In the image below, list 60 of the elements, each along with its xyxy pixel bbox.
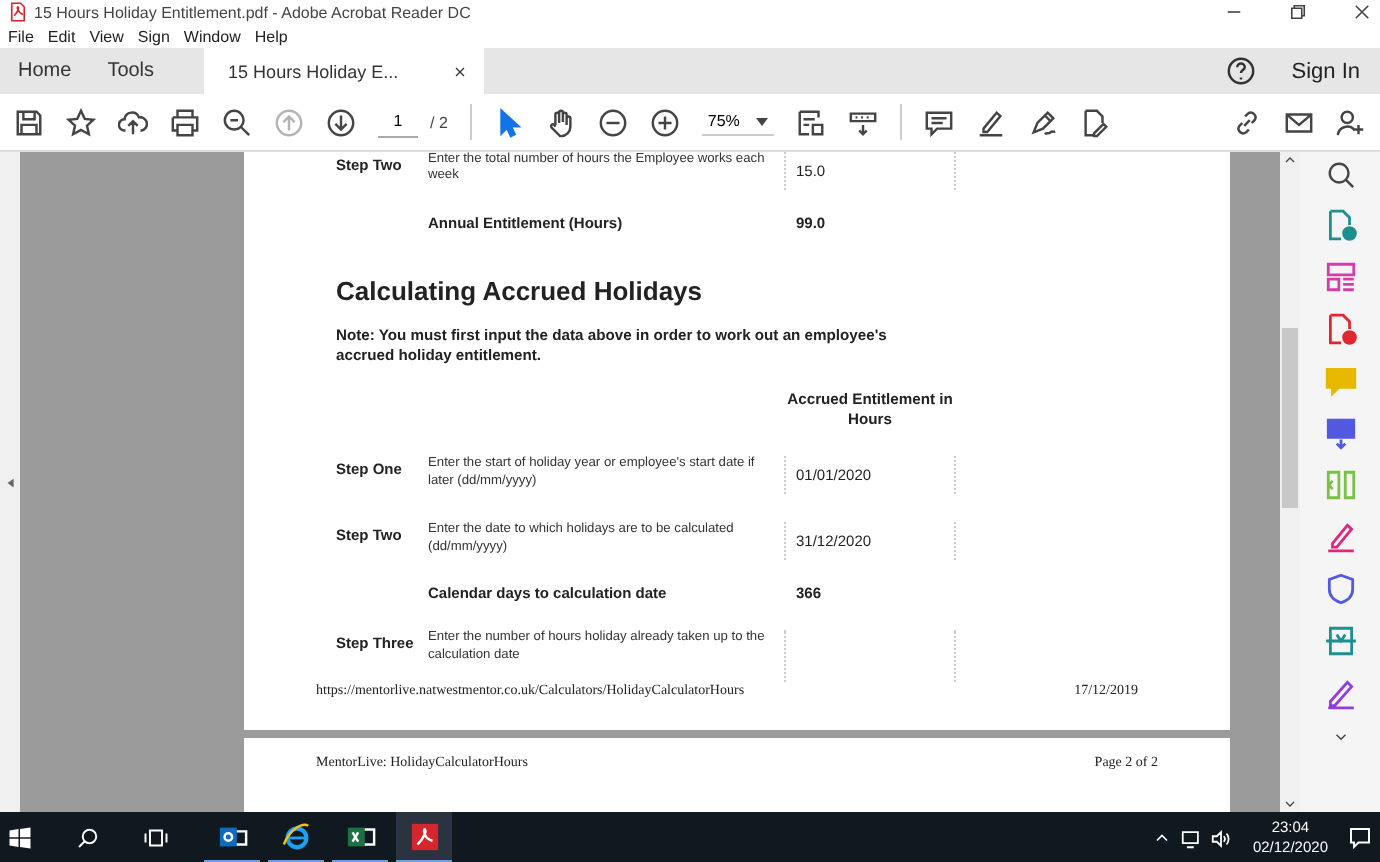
caret-icon: [755, 117, 768, 125]
menu-item[interactable]: Sign: [137, 27, 170, 45]
print-icon[interactable]: [170, 107, 200, 137]
scroll-down-icon[interactable]: [1282, 796, 1298, 812]
zoom-search-icon[interactable]: [1325, 160, 1355, 190]
menu-item[interactable]: Window: [183, 27, 241, 45]
link-icon[interactable]: [1232, 107, 1262, 137]
signature-pen-icon[interactable]: [1027, 107, 1058, 137]
pdf-icon[interactable]: [8, 2, 28, 22]
sign-in-button[interactable]: Sign In: [1255, 48, 1380, 94]
menu-item[interactable]: Edit: [47, 27, 76, 45]
star-icon[interactable]: [66, 107, 96, 137]
search-icon[interactable]: [222, 107, 252, 137]
notification-icon[interactable]: [1348, 826, 1372, 850]
pdf-app-icon[interactable]: [409, 821, 439, 851]
menu-item[interactable]: File: [8, 27, 34, 45]
value-field[interactable]: [784, 630, 956, 683]
scan-icon[interactable]: [1323, 624, 1357, 658]
window-title: 15 Hours Holiday Entitlement.pdf - Adobe Acrobat Reader DC: [34, 3, 471, 21]
document-tab[interactable]: 15 Hours Holiday E...: [204, 48, 485, 94]
nav-tab[interactable]: Tools: [89, 48, 173, 94]
close-icon[interactable]: [1352, 2, 1372, 22]
document-export-icon[interactable]: [1323, 208, 1357, 242]
network-icon[interactable]: [1180, 827, 1203, 849]
document-pen-icon[interactable]: [1079, 107, 1110, 137]
minus-circle-icon[interactable]: [597, 107, 628, 137]
speaker-icon[interactable]: [1210, 827, 1233, 849]
mail-icon[interactable]: [1284, 107, 1314, 137]
scrollbar-thumb[interactable]: [1282, 328, 1298, 508]
zoom-dropdown[interactable]: 75%: [701, 108, 774, 136]
menu-item[interactable]: View: [89, 27, 124, 45]
nav-tab[interactable]: Home: [0, 48, 90, 94]
combine-files-icon[interactable]: [1323, 416, 1357, 450]
hand-icon[interactable]: [545, 107, 576, 137]
pen-icon[interactable]: [975, 107, 1006, 137]
save-icon[interactable]: [14, 107, 44, 137]
fit-page-icon[interactable]: [795, 107, 826, 137]
cloud-upload-icon[interactable]: [118, 107, 148, 137]
edit-icon[interactable]: [1323, 676, 1357, 710]
plus-circle-icon[interactable]: [649, 107, 680, 137]
page-total: / 2: [430, 113, 448, 131]
comment-icon[interactable]: [923, 107, 954, 137]
layout-icon[interactable]: [1323, 260, 1357, 294]
pen-icon[interactable]: [1323, 520, 1357, 554]
person-add-icon[interactable]: [1336, 107, 1366, 137]
scroll-up-icon[interactable]: [1282, 152, 1298, 168]
scroll-mode-icon[interactable]: [847, 107, 878, 137]
close-icon[interactable]: [452, 63, 469, 79]
shield-icon[interactable]: [1323, 572, 1357, 606]
browser-icon[interactable]: [281, 821, 311, 851]
help-icon[interactable]: [1225, 56, 1256, 86]
search-icon[interactable]: [76, 826, 100, 850]
collapse-left-arrow-icon[interactable]: [3, 475, 17, 489]
arrow-down-circle-icon[interactable]: [326, 107, 356, 137]
section-heading: Calculating Accrued Holidays: [336, 276, 705, 306]
menu-item[interactable]: Help: [254, 27, 288, 45]
task-view-icon[interactable]: [144, 826, 168, 850]
start-icon[interactable]: [8, 826, 32, 850]
document-add-icon[interactable]: [1323, 312, 1357, 346]
maximize-icon[interactable]: [1288, 2, 1308, 22]
